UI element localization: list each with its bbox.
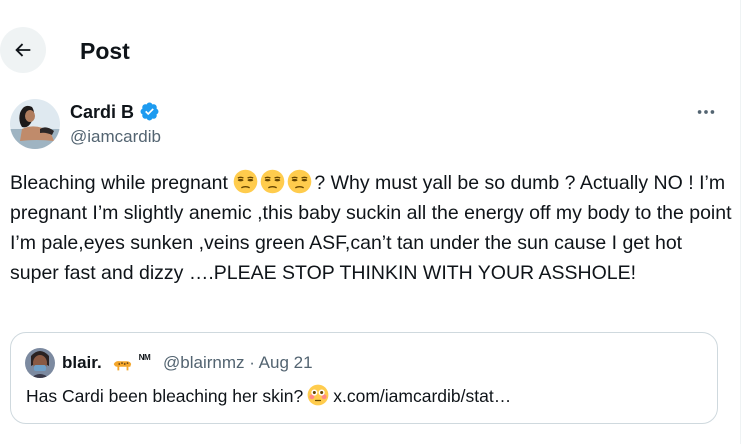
unamused-face-emoji-group	[233, 169, 312, 194]
author-handle[interactable]: @iamcardib	[70, 127, 161, 147]
author-avatar[interactable]	[10, 99, 60, 149]
quoted-post[interactable]: blair. ᴺᴹ @blairnmz · Aug 21 Has Cardi b…	[10, 332, 718, 424]
page-title: Post	[80, 38, 130, 64]
more-horizontal-icon	[697, 110, 715, 114]
leopard-icon	[113, 361, 132, 371]
more-options-button[interactable]	[690, 98, 722, 126]
post-text: Bleaching while pregnant ? Why must yall…	[10, 168, 732, 288]
quoted-author-name-badge: ᴺᴹ	[139, 352, 151, 366]
author-name[interactable]: Cardi B	[70, 101, 134, 123]
verified-badge-icon	[140, 102, 159, 121]
unamused-face-icon	[288, 169, 312, 194]
page-header: Post	[0, 0, 741, 100]
unamused-face-icon	[261, 169, 285, 194]
back-button[interactable]	[0, 27, 46, 73]
flushed-face-icon	[307, 384, 329, 406]
unamused-face-icon	[234, 169, 258, 194]
quoted-author-name: blair.	[62, 353, 102, 372]
quoted-post-text: Has Cardi been bleaching her skin? x.com…	[26, 384, 511, 408]
post-text-before-emoji: Bleaching while pregnant	[10, 172, 228, 194]
arrow-left-icon	[15, 43, 31, 57]
quoted-post-link[interactable]: x.com/iamcardib/stat…	[333, 386, 511, 406]
quoted-handle-and-date: @blairnmz · Aug 21	[163, 353, 313, 372]
quoted-text-before-emoji: Has Cardi been bleaching her skin?	[26, 386, 304, 406]
quoted-author-avatar[interactable]	[25, 348, 55, 378]
